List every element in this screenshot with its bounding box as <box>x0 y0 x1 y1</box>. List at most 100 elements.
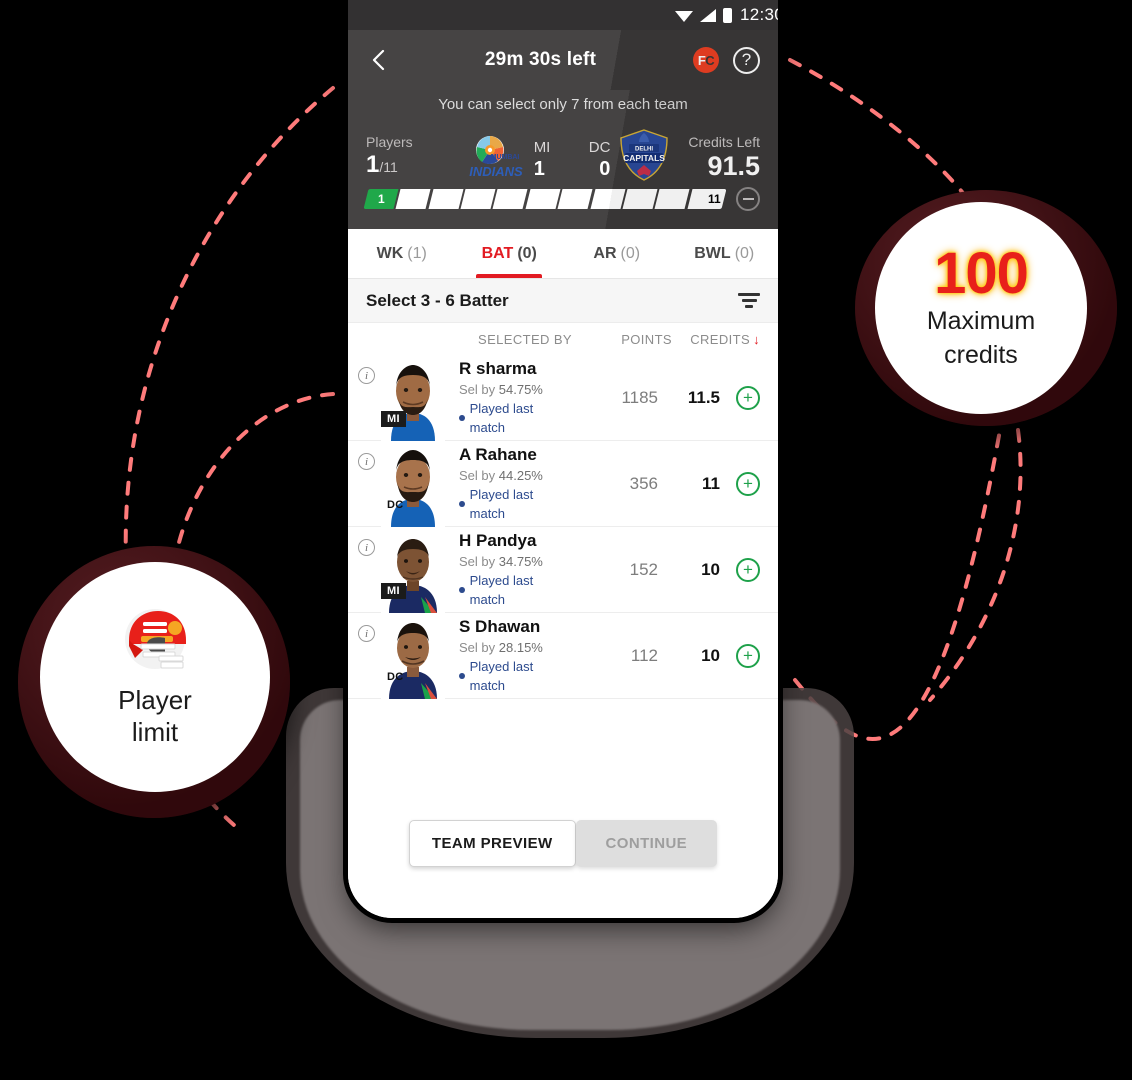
add-player-button[interactable]: + <box>736 471 760 496</box>
credits-left-label: Credits Left <box>688 134 760 150</box>
tab-bat-label: BAT <box>481 244 514 262</box>
col-selected-by[interactable]: SELECTED BY <box>448 332 580 347</box>
player-status: Played last match <box>459 657 566 695</box>
player-selected-by: Sel by 54.75% <box>459 380 566 399</box>
player-points: 152 <box>629 559 658 579</box>
progress-segment <box>557 189 594 209</box>
progress-segment <box>460 189 496 209</box>
minus-bar <box>742 198 754 200</box>
progress-segment <box>428 189 464 209</box>
team1-count: 1 <box>533 158 545 180</box>
player-credits: 11 <box>702 473 720 493</box>
info-icon[interactable]: i <box>358 453 375 470</box>
avatar: DC <box>381 612 445 699</box>
timer-title: 29m 30s left <box>484 49 597 70</box>
player-points: 112 <box>630 645 658 665</box>
player-photo <box>381 612 445 699</box>
col-points[interactable]: POINTS <box>580 332 672 347</box>
team-tag: MI <box>381 410 406 427</box>
table-row[interactable]: i DC S Dhawan Sel by 28.15% Played last … <box>348 612 778 699</box>
player-credits: 11.5 <box>687 387 720 407</box>
player-progress-bar: 1 11 <box>363 189 727 209</box>
team-tag: MI <box>381 582 406 599</box>
progress-segment <box>525 189 561 209</box>
help-icon[interactable]: ? <box>733 46 760 74</box>
players-value-wrap: 1/11 <box>366 151 413 181</box>
select-range-bar: Select 3 - 6 Batter <box>348 279 778 323</box>
fc-badge-c: C <box>705 52 715 68</box>
table-row[interactable]: i DC A Rahane Sel by 44.25% Played last … <box>348 440 778 527</box>
status-text: Played last match <box>469 401 534 435</box>
fc-badge-icon[interactable]: FC <box>693 47 719 73</box>
player-photo <box>381 440 445 527</box>
avatar: MI <box>381 354 445 441</box>
status-text: Played last match <box>469 573 534 607</box>
info-icon[interactable]: i <box>358 539 375 556</box>
credits-left-value: 91.5 <box>707 151 760 181</box>
players-counter: Players 1/11 <box>366 133 413 181</box>
delhi-capitals-logo: DELHI CAPITALS <box>620 129 669 181</box>
fc-badge-f: F <box>697 52 706 68</box>
tab-ar-label: AR <box>593 244 617 262</box>
col-credits-label: CREDITS <box>690 331 751 347</box>
back-chevron-icon <box>372 49 385 71</box>
progress-segment: 1 <box>363 189 399 209</box>
svg-text:MUMBAI: MUMBAI <box>490 154 519 161</box>
add-player-button[interactable]: + <box>736 385 760 410</box>
status-text: Played last match <box>469 487 534 521</box>
tab-wk-count: (1) <box>407 244 427 262</box>
sel-pct: 44.25% <box>498 468 543 483</box>
tab-bat[interactable]: BAT (0) <box>456 229 564 278</box>
add-player-button[interactable]: + <box>736 643 760 668</box>
tab-wk[interactable]: WK (1) <box>348 229 456 278</box>
player-name: R sharma <box>459 359 537 378</box>
status-dot-icon <box>459 587 465 593</box>
filter-icon[interactable] <box>738 293 760 308</box>
selection-hint: You can select only 7 from each team <box>438 96 688 113</box>
table-row[interactable]: i MI H Pandya Sel by 34.75% Played last … <box>348 526 778 613</box>
add-player-button[interactable]: + <box>736 557 760 582</box>
player-info: R sharma Sel by 54.75% Played last match <box>445 358 566 437</box>
wifi-icon <box>674 10 693 22</box>
cricket-helmet-icon <box>125 609 186 669</box>
status-dot-icon <box>459 673 465 679</box>
player-list: i MI R sharma Sel by 54.75% Played last … <box>348 354 778 699</box>
signal-icon <box>699 8 716 22</box>
info-icon[interactable]: i <box>358 625 375 642</box>
status-time: 12:30 <box>739 5 778 24</box>
tab-bwl[interactable]: BWL (0) <box>671 229 779 278</box>
team1-code: MI <box>533 139 551 156</box>
info-icon[interactable]: i <box>358 367 375 384</box>
players-value: 1 <box>366 151 380 178</box>
team-preview-button[interactable]: TEAM PREVIEW <box>408 820 576 867</box>
minus-circle-icon[interactable] <box>736 187 760 211</box>
team-summary-panel: You can select only 7 from each team Pla… <box>348 90 778 229</box>
tab-bwl-count: (0) <box>734 244 755 262</box>
player-name: H Pandya <box>459 531 537 550</box>
callout-player-line2: limit <box>131 717 179 747</box>
phone-mockup: 12:30 29m 30s left FC ? You can select o… <box>348 0 778 918</box>
svg-text:INDIANS: INDIANS <box>469 164 523 179</box>
svg-text:CAPITALS: CAPITALS <box>623 153 665 163</box>
player-points: 1185 <box>621 387 658 407</box>
team1-group: MUMBAI INDIANS MI 1 <box>465 133 551 181</box>
footer-actions: TEAM PREVIEW CONTINUE <box>348 798 778 918</box>
tab-bat-count: (0) <box>517 244 537 262</box>
column-headers: SELECTED BY POINTS CREDITS ↓ <box>348 323 778 355</box>
screenshot-root: 12:30 29m 30s left FC ? You can select o… <box>0 0 1132 1080</box>
tab-wk-label: WK <box>376 244 404 262</box>
avatar: MI <box>381 526 445 613</box>
tab-ar[interactable]: AR (0) <box>563 229 671 278</box>
player-name: S Dhawan <box>459 617 541 636</box>
player-info: S Dhawan Sel by 28.15% Played last match <box>445 616 566 695</box>
app-bar: 29m 30s left FC ? <box>348 30 778 90</box>
player-photo <box>381 354 445 441</box>
player-status: Played last match <box>459 571 566 609</box>
status-bar: 12:30 <box>348 0 778 30</box>
table-row[interactable]: i MI R sharma Sel by 54.75% Played last … <box>348 354 778 441</box>
continue-button[interactable]: CONTINUE <box>575 820 718 867</box>
col-credits[interactable]: CREDITS ↓ <box>672 332 760 347</box>
callout-credits-line2: credits <box>944 341 1018 369</box>
player-name: A Rahane <box>459 445 537 464</box>
progress-segment <box>654 189 691 209</box>
